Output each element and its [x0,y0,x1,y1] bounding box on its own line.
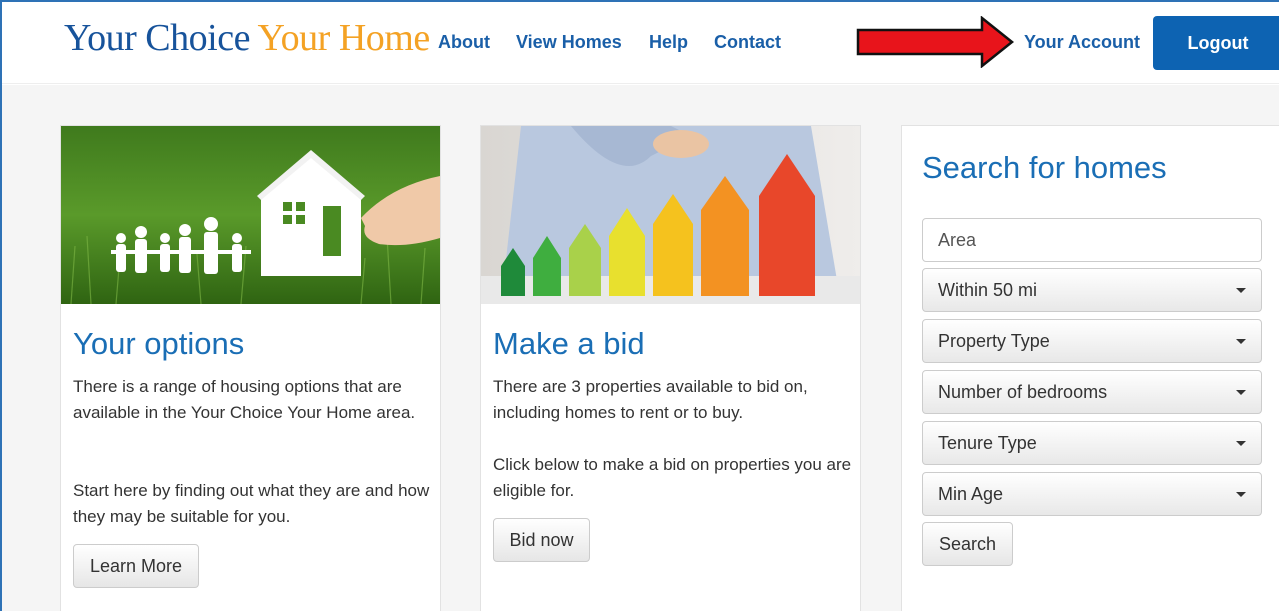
family-house-on-grass-image [61,126,440,304]
search-panel: Search for homes Within 50 mi Property T… [901,125,1279,611]
your-account-link[interactable]: Your Account [1024,32,1140,53]
search-title: Search for homes [922,150,1167,185]
min-age-select[interactable]: Min Age [922,472,1262,516]
select-value: Min Age [938,483,1004,504]
site-header: Your Choice Your Home About View Homes H… [2,2,1279,84]
nav-link-help[interactable]: Help [649,32,688,53]
browser-frame: Your Choice Your Home About View Homes H… [0,0,1279,611]
caret-down-icon [1236,389,1246,395]
logout-button[interactable]: Logout [1153,16,1279,70]
caret-down-icon [1236,287,1246,293]
search-button[interactable]: Search [922,522,1013,566]
caret-down-icon [1236,338,1246,344]
area-input[interactable] [922,218,1262,262]
nav-link-about[interactable]: About [438,32,490,53]
select-value: Property Type [938,330,1050,351]
caret-down-icon [1236,440,1246,446]
card-text: There is a range of housing options that… [73,377,416,422]
card-make-a-bid: Make a bid There are 3 properties availa… [480,125,861,611]
property-type-select[interactable]: Property Type [922,319,1262,363]
caret-down-icon [1236,491,1246,497]
main-content: Your options There is a range of housing… [2,85,1279,611]
logo-text-your-choice: Your Choice [64,17,250,59]
select-value: Tenure Type [938,432,1037,453]
card-title: Make a bid [493,326,645,361]
distance-select[interactable]: Within 50 mi [922,268,1262,312]
nav-link-view-homes[interactable]: View Homes [516,32,622,53]
tenure-type-select[interactable]: Tenure Type [922,421,1262,465]
card-text: Click below to make a bid on properties … [493,455,852,500]
learn-more-button[interactable]: Learn More [73,544,199,588]
energy-rating-houses-image [481,126,860,304]
logo-text-your-home: Your Home [257,17,431,59]
card-your-options: Your options There is a range of housing… [60,125,441,611]
card-text: Start here by finding out what they are … [73,481,430,526]
card-text: There are 3 properties available to bid … [493,377,808,422]
bid-now-button[interactable]: Bid now [493,518,590,562]
nav-link-contact[interactable]: Contact [714,32,781,53]
bedrooms-select[interactable]: Number of bedrooms [922,370,1262,414]
site-logo[interactable]: Your Choice Your Home [64,16,430,60]
select-value: Number of bedrooms [938,381,1108,402]
select-value: Within 50 mi [938,279,1038,300]
red-arrow-annotation-icon [856,16,1015,68]
card-title: Your options [73,326,245,361]
